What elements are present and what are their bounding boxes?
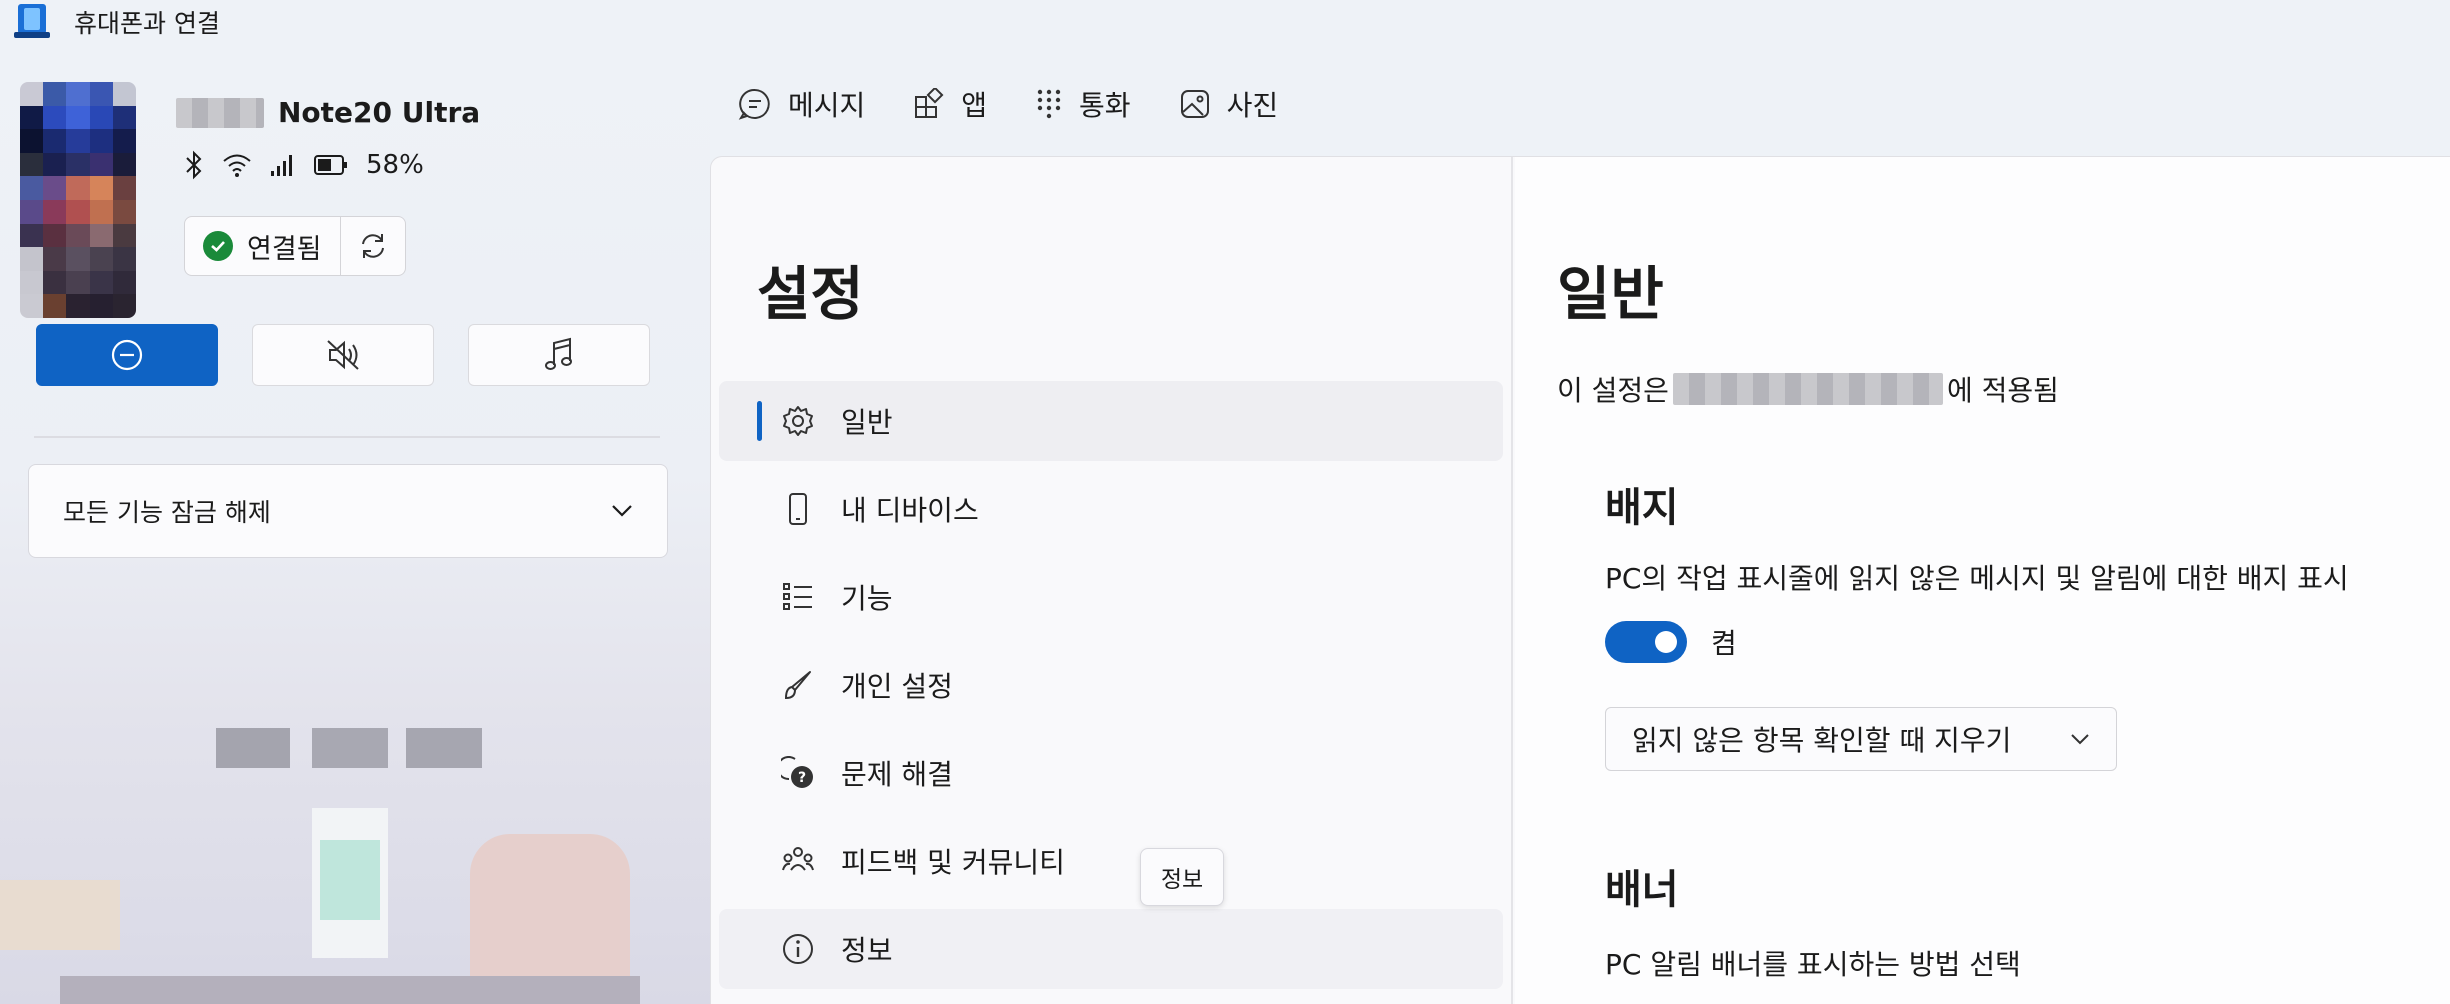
menu-item-general[interactable]: 일반 [719, 381, 1503, 461]
general-settings-pane: 일반 이 설정은 에 적용됨 배지 PC의 작업 표시줄에 읽지 않은 메시지 … [1515, 157, 2450, 1004]
unlock-label: 모든 기능 잠금 해제 [63, 498, 271, 527]
svg-text:?: ? [798, 770, 806, 786]
battery-icon [314, 155, 347, 175]
checkmark-icon [203, 231, 233, 261]
battery-percent: 58% [366, 150, 424, 180]
apps-icon [915, 88, 944, 118]
about-tooltip: 정보 [1140, 848, 1224, 906]
title-bar: 휴대폰과 연결 [0, 0, 2450, 44]
menu-item-troubleshoot-label: 문제 해결 [841, 758, 953, 791]
wifi-icon [223, 154, 251, 177]
mute-icon [327, 340, 359, 370]
mute-button[interactable] [252, 324, 434, 386]
brush-icon [784, 671, 811, 700]
settings-title: 설정 [757, 260, 864, 328]
banner-section-desc: PC 알림 배너를 표시하는 방법 선택 [1605, 948, 2021, 981]
redacted-owner-name [176, 97, 264, 128]
settings-scope-text: 이 설정은 에 적용됨 [1557, 369, 2059, 409]
selection-indicator [757, 401, 762, 441]
redacted-content [312, 728, 388, 768]
settings-window: 설정 일반 내 디바이스 기능 개인 설정 ? 문제 해결 피드백 및 커뮤니티 [710, 156, 2450, 1004]
badge-toggle-label: 켬 [1711, 627, 1737, 660]
main-nav: 메시지 앱 통화 사진 [738, 84, 1278, 124]
detail-title: 일반 [1557, 260, 1664, 328]
tab-messages-label: 메시지 [788, 89, 866, 122]
menu-item-my-devices[interactable]: 내 디바이스 [719, 469, 1503, 549]
menu-item-feedback[interactable]: 피드백 및 커뮤니티 [719, 821, 1503, 901]
tab-calls-label: 통화 [1079, 89, 1131, 122]
device-status-row: 58% [184, 150, 424, 180]
do-not-disturb-button[interactable] [36, 324, 218, 386]
redacted-content [320, 840, 380, 920]
connection-status-label: 연결됨 [247, 233, 322, 265]
tab-apps-label: 앱 [961, 89, 988, 122]
phone-wallpaper-thumbnail[interactable] [20, 82, 136, 318]
chevron-down-icon [612, 505, 632, 517]
info-icon [783, 934, 813, 964]
phone-link-logo-icon [14, 4, 50, 40]
redacted-content [0, 880, 120, 950]
badge-toggle[interactable] [1605, 621, 1687, 663]
badge-section-desc: PC의 작업 표시줄에 읽지 않은 메시지 및 알림에 대한 배지 표시 [1605, 562, 2349, 595]
tab-photos-label: 사진 [1226, 89, 1279, 122]
menu-item-general-label: 일반 [841, 406, 893, 439]
menu-item-my-devices-label: 내 디바이스 [841, 494, 979, 527]
refresh-icon [361, 234, 384, 258]
connection-status-button[interactable]: 연결됨 [185, 217, 341, 275]
list-icon [783, 583, 812, 610]
media-button[interactable] [468, 324, 650, 386]
badge-section-title: 배지 [1605, 485, 1679, 531]
tab-calls[interactable]: 통화 [1035, 84, 1131, 124]
dialpad-icon [1037, 89, 1061, 119]
device-panel: Note20 Ultra 58% 연결됨 모든 기능 잠금 해제 [0, 44, 710, 1004]
pane-divider [1511, 157, 1513, 1004]
device-name: Note20 Ultra [278, 96, 481, 129]
badge-toggle-row: 켬 [1605, 621, 1737, 663]
menu-item-troubleshoot[interactable]: ? 문제 해결 [719, 733, 1503, 813]
quick-actions [36, 324, 650, 386]
connection-status-group: 연결됨 [184, 216, 406, 276]
redacted-content [60, 976, 640, 1004]
menu-item-personalization-label: 개인 설정 [841, 670, 953, 703]
badge-clear-dropdown[interactable]: 읽지 않은 항목 확인할 때 지우기 [1605, 707, 2117, 771]
community-icon [782, 847, 814, 871]
tab-apps[interactable]: 앱 [913, 84, 987, 124]
menu-item-features[interactable]: 기능 [719, 557, 1503, 637]
chevron-down-icon [2071, 734, 2089, 745]
scope-prefix: 이 설정은 [1557, 374, 1669, 407]
tab-messages[interactable]: 메시지 [738, 84, 865, 124]
tab-photos[interactable]: 사진 [1179, 84, 1279, 124]
scope-suffix: 에 적용됨 [1946, 374, 2059, 407]
menu-item-personalization[interactable]: 개인 설정 [719, 645, 1503, 725]
phone-icon [789, 493, 807, 525]
help-chat-icon: ? [781, 756, 813, 788]
unlock-all-features-expander[interactable]: 모든 기능 잠금 해제 [28, 464, 668, 558]
gear-icon [783, 406, 813, 436]
badge-clear-value: 읽지 않은 항목 확인할 때 지우기 [1632, 724, 2012, 757]
redacted-device-name [1672, 373, 1943, 405]
app-title: 휴대폰과 연결 [74, 9, 220, 38]
do-not-disturb-icon [111, 339, 143, 371]
bluetooth-icon [186, 150, 202, 180]
redacted-content [406, 728, 482, 768]
banner-section-title: 배너 [1605, 867, 1679, 913]
menu-item-feedback-label: 피드백 및 커뮤니티 [841, 846, 1065, 879]
redacted-content [216, 728, 290, 768]
message-icon [738, 88, 770, 120]
music-note-icon [545, 337, 572, 370]
device-name-row: Note20 Ultra [176, 96, 480, 129]
menu-item-about[interactable]: 정보 [719, 909, 1503, 989]
refresh-button[interactable] [341, 217, 405, 275]
settings-menu: 일반 내 디바이스 기능 개인 설정 ? 문제 해결 피드백 및 커뮤니티 정보 [719, 381, 1503, 997]
phone-screen-preview[interactable] [0, 604, 710, 1004]
menu-item-about-label: 정보 [841, 934, 893, 967]
menu-item-features-label: 기능 [841, 582, 893, 615]
photos-icon [1180, 90, 1209, 118]
panel-divider [34, 436, 660, 438]
signal-icon [271, 155, 292, 176]
